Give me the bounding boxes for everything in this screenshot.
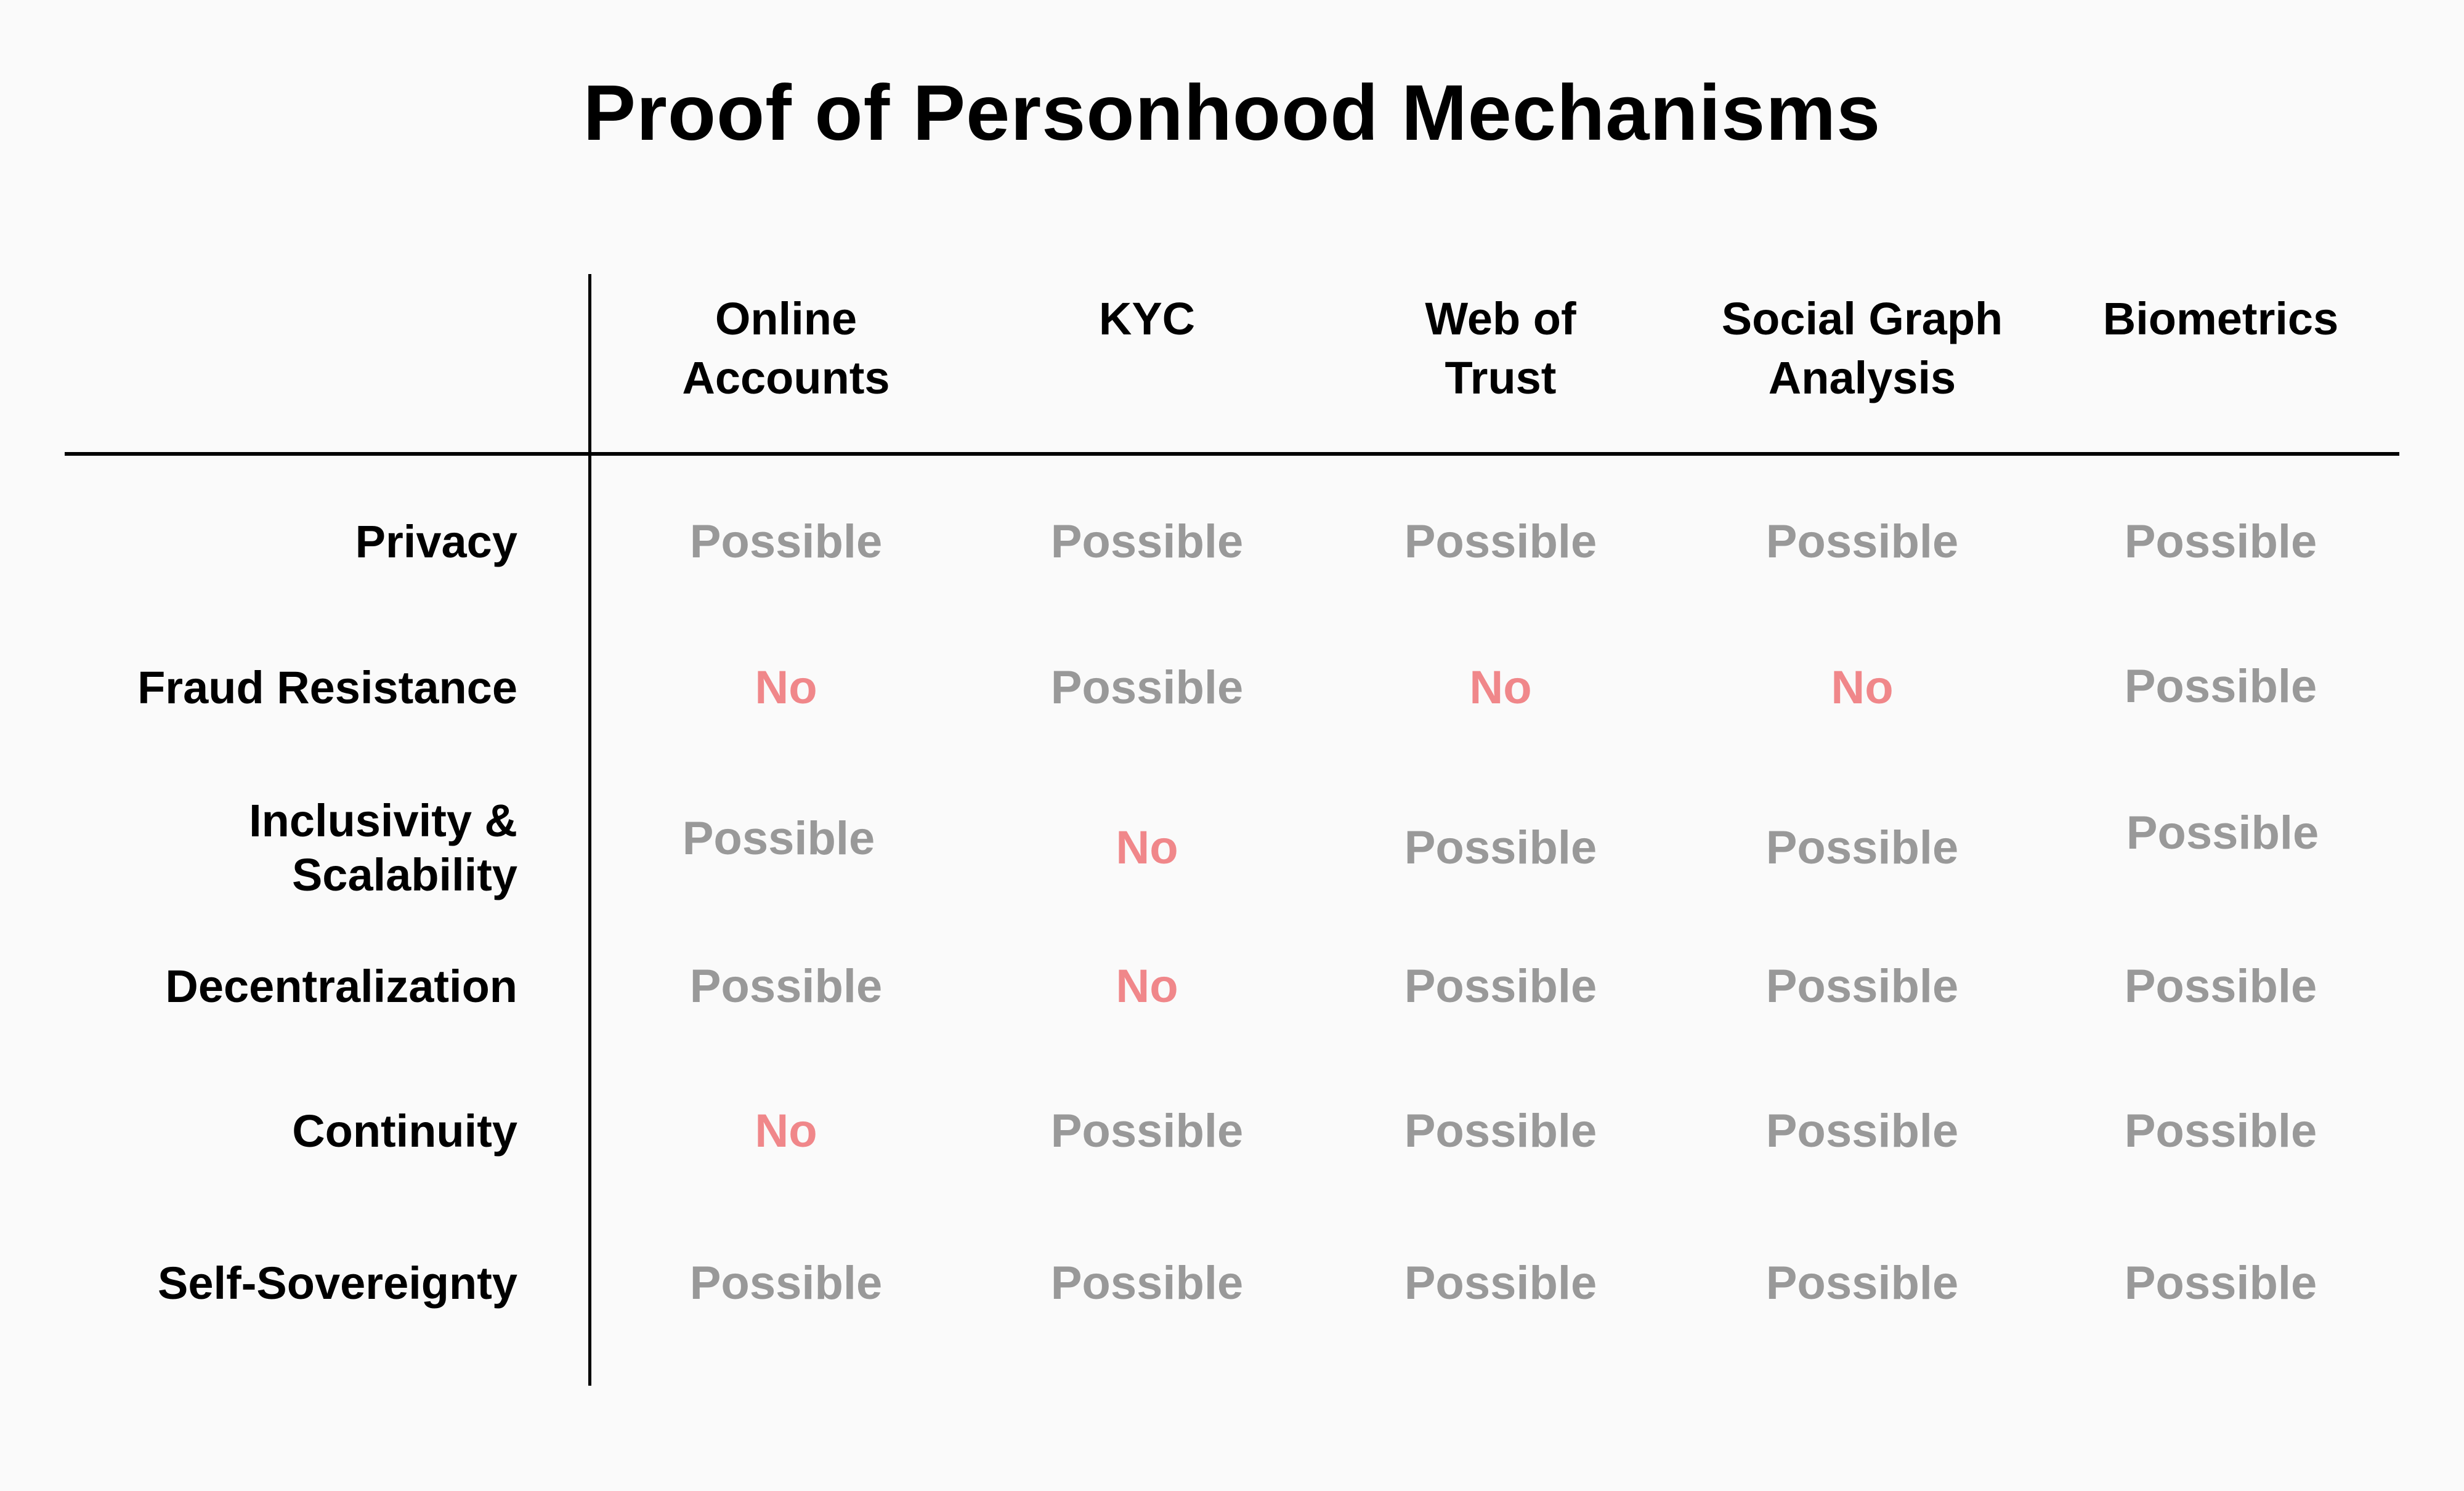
cell-value-possible: Possible [1404,822,1597,874]
column-header: Social Graph Analysis [1690,289,2035,408]
column-header: Online Accounts [614,289,958,408]
cell-value-no: No [1469,661,1532,714]
column-header-line: Online [715,293,857,344]
cell-value-possible: Possible [2124,960,2317,1012]
cell-value-possible: Possible [1404,960,1597,1012]
column-header-line: KYC [1098,293,1196,344]
cell-value-possible: Possible [2124,1257,2317,1309]
cell-value-possible: Possible [1765,1257,1959,1309]
cell-value-possible: Possible [689,960,883,1012]
cell-value-possible: Possible [2126,807,2319,859]
cell-value-no: No [1831,661,1894,714]
column-header: Web of Trust [1328,289,1673,408]
row-header-line: Privacy [355,516,517,567]
row-header-line: Self-Sovereignty [158,1258,517,1309]
cell-value-possible: Possible [1765,1105,1959,1157]
cell-value-possible: Possible [682,812,875,865]
cell-value-possible: Possible [2124,1105,2317,1157]
row-header: Inclusivity & Scalability [49,794,517,902]
row-header: Continuity [49,1104,517,1158]
cell-value-possible: Possible [1404,1105,1597,1157]
column-header-line: Accounts [682,352,890,403]
column-header: Biometrics [2048,289,2393,349]
column-header-line: Web of [1425,293,1576,344]
column-header-line: Social Graph [1721,293,2003,344]
cell-value-possible: Possible [1050,1105,1244,1157]
cell-value-no: No [755,661,817,714]
row-header: Decentralization [49,960,517,1014]
column-header: KYC [975,289,1319,349]
column-header-line: Trust [1445,352,1557,403]
row-header: Self-Sovereignty [49,1256,517,1311]
cell-value-possible: Possible [1765,960,1959,1012]
row-header: Fraud Resistance [49,661,517,715]
cell-value-possible: Possible [1765,822,1959,874]
row-header-line: Scalability [291,849,517,900]
cell-value-possible: Possible [1404,515,1597,568]
table-horizontal-divider [65,452,2399,456]
cell-value-possible: Possible [1765,515,1959,568]
page-title: Proof of Personhood Mechanisms [583,69,1881,157]
row-header: Privacy [49,515,517,569]
cell-value-possible: Possible [689,1257,883,1309]
row-header-line: Decentralization [165,961,517,1012]
table-vertical-divider [588,274,591,1386]
column-header-line: Biometrics [2102,293,2339,344]
row-header-line: Fraud Resistance [137,662,517,713]
cell-value-possible: Possible [2124,515,2317,568]
row-header-line: Inclusivity & [249,795,517,846]
cell-value-no: No [755,1105,817,1157]
cell-value-possible: Possible [689,515,883,568]
cell-value-no: No [1116,960,1178,1012]
cell-value-possible: Possible [1050,515,1244,568]
cell-value-no: No [1116,822,1178,874]
cell-value-possible: Possible [2124,660,2317,713]
cell-value-possible: Possible [1050,1257,1244,1309]
row-header-line: Continuity [292,1105,517,1157]
cell-value-possible: Possible [1050,661,1244,714]
column-header-line: Analysis [1768,352,1956,403]
cell-value-possible: Possible [1404,1257,1597,1309]
